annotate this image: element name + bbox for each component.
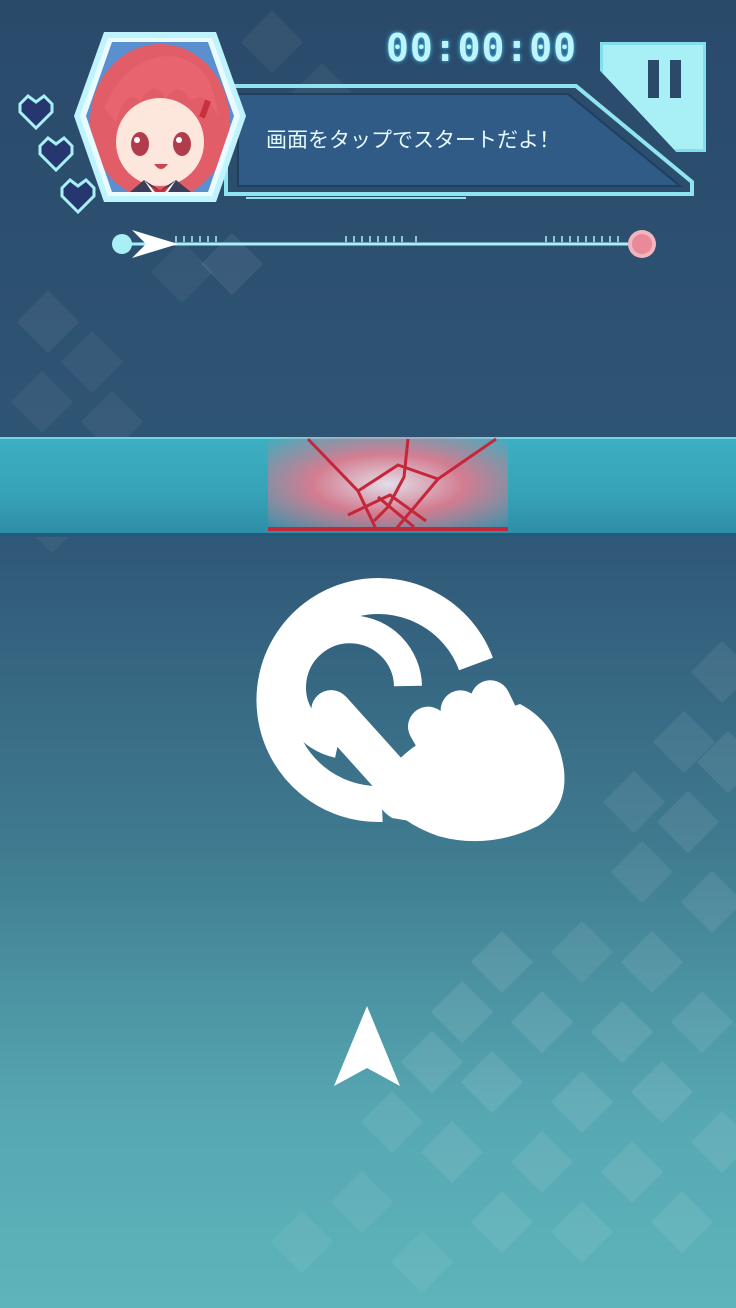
- lives-hearts: [18, 94, 96, 215]
- tap-hand-icon: [256, 578, 565, 842]
- heart-icon: [60, 178, 96, 215]
- heart-icon: [18, 94, 54, 131]
- heart-icon: [38, 136, 74, 173]
- progress-start-dot: [112, 234, 132, 254]
- goal-ring-icon: [628, 230, 656, 258]
- progress-track: [112, 230, 656, 258]
- timer: 00:00:00: [386, 26, 578, 70]
- crack-lines: [268, 437, 508, 531]
- player-ship-icon: [334, 1006, 400, 1086]
- speech-text: 画面をタップでスタートだよ！: [266, 128, 560, 152]
